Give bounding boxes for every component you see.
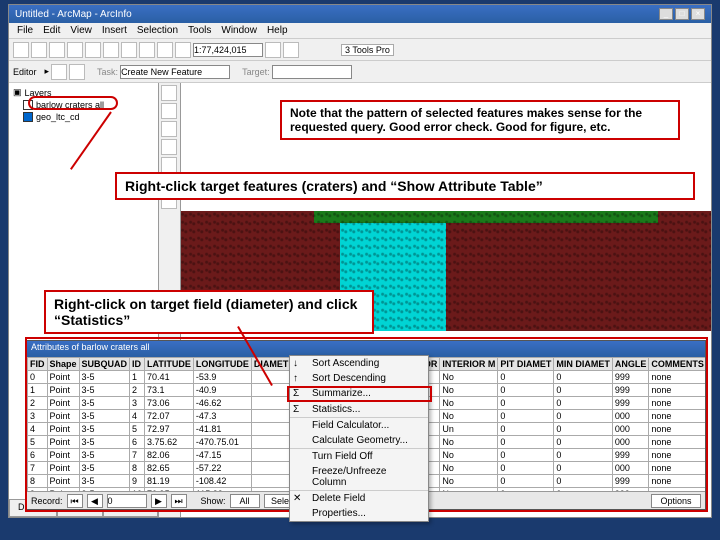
ctx-sort-descending[interactable]: ↑Sort Descending [290,371,428,386]
ctx-turn-field-off[interactable]: Turn Field Off [290,448,428,464]
paste-icon[interactable] [121,42,137,58]
sketch-tool-icon[interactable] [69,64,85,80]
field-context-menu: ↓Sort Ascending↑Sort DescendingΣSummariz… [289,355,429,522]
column-header[interactable]: PIT DIAMET [498,358,554,371]
menu-help[interactable]: Help [267,25,288,36]
edit-tool-icon[interactable] [51,64,67,80]
add-data-icon[interactable] [175,42,191,58]
task-label: Task: [97,67,118,77]
prev-record-button[interactable]: ◀ [87,494,103,508]
open-icon[interactable] [31,42,47,58]
column-header[interactable]: SUBQUAD [79,358,130,371]
menu-tools[interactable]: Tools [188,25,211,36]
cut-icon[interactable] [85,42,101,58]
ctx-freeze-unfreeze-column[interactable]: Freeze/Unfreeze Column [290,464,428,490]
ctx-delete-field[interactable]: ✕Delete Field [290,490,428,506]
calc-icon [293,420,307,432]
identify-icon[interactable] [161,139,177,155]
last-record-button[interactable]: ⏭ [171,494,187,508]
delete-icon: ✕ [293,493,307,505]
toolbar-standard: 3 Tools Pro [9,39,711,61]
record-label: Record: [31,496,63,506]
copy-icon[interactable] [103,42,119,58]
sort-asc-icon: ↓ [293,358,307,370]
redo-icon[interactable] [157,42,173,58]
show-all-button[interactable]: All [230,494,260,508]
new-icon[interactable] [13,42,29,58]
column-header[interactable]: ANGLE [612,358,649,371]
save-icon[interactable] [49,42,65,58]
annotation-note: Note that the pattern of selected featur… [280,100,680,140]
target-input[interactable] [272,65,352,79]
record-number-input[interactable] [107,494,147,508]
annotation-circle-layer [28,96,118,110]
show-label: Show: [201,496,226,506]
menubar: File Edit View Insert Selection Tools Wi… [9,23,711,39]
toc-layer-geo[interactable]: geo_ltc_cd [23,112,154,122]
menu-window[interactable]: Window [221,25,257,36]
column-header[interactable]: Shape [47,358,79,371]
print-icon[interactable] [67,42,83,58]
toolspro-label[interactable]: 3 Tools Pro [341,44,394,56]
ctx-properties[interactable]: Properties... [290,506,428,521]
sort-desc-icon: ↑ [293,373,307,385]
titlebar: Untitled - ArcMap - ArcInfo _ □ × [9,5,711,23]
zoom-icon[interactable] [161,121,177,137]
pan-icon[interactable] [161,103,177,119]
next-record-button[interactable]: ▶ [151,494,167,508]
maximize-button[interactable]: □ [675,8,689,20]
ctx-sort-ascending[interactable]: ↓Sort Ascending [290,356,428,371]
editor-dropdown[interactable]: Editor [13,67,37,77]
column-header[interactable]: FID [28,358,48,371]
column-header[interactable]: MIN DIAMET [554,358,613,371]
menu-file[interactable]: File [17,25,33,36]
scale-input[interactable] [193,43,263,57]
window-title: Untitled - ArcMap - ArcInfo [15,9,132,20]
zoom-in-icon[interactable] [265,42,281,58]
column-header[interactable]: COMMENTS [649,358,705,371]
options-button[interactable]: Options [651,494,701,508]
column-header[interactable]: ID [130,358,145,371]
ctx-calculate-geometry[interactable]: Calculate Geometry... [290,433,428,448]
window-controls: _ □ × [659,8,705,20]
menu-edit[interactable]: Edit [43,25,60,36]
menu-selection[interactable]: Selection [137,25,178,36]
toolbar-editor: Editor ▸ Task: Target: [9,61,711,83]
column-header[interactable]: INTERIOR M [440,358,498,371]
close-button[interactable]: × [691,8,705,20]
ctx-statistics[interactable]: ΣStatistics... [290,401,428,417]
sigma-icon: Σ [293,404,307,416]
annotation-step2: Right-click on target field (diameter) a… [44,290,374,334]
column-header[interactable]: LATITUDE [145,358,194,371]
target-label: Target: [242,67,270,77]
undo-icon[interactable] [139,42,155,58]
ctx-field-calculator[interactable]: Field Calculator... [290,417,428,433]
annotation-step1: Right-click target features (craters) an… [115,172,695,200]
measure-icon[interactable] [161,157,177,173]
minimize-button[interactable]: _ [659,8,673,20]
first-record-button[interactable]: ⏮ [67,494,83,508]
menu-insert[interactable]: Insert [102,25,127,36]
column-header[interactable]: LONGITUDE [193,358,251,371]
annotation-box-statistics [287,386,432,402]
checkbox-icon[interactable] [23,112,33,122]
menu-view[interactable]: View [70,25,92,36]
pointer-icon[interactable] [161,85,177,101]
zoom-out-icon[interactable] [283,42,299,58]
task-input[interactable] [120,65,230,79]
